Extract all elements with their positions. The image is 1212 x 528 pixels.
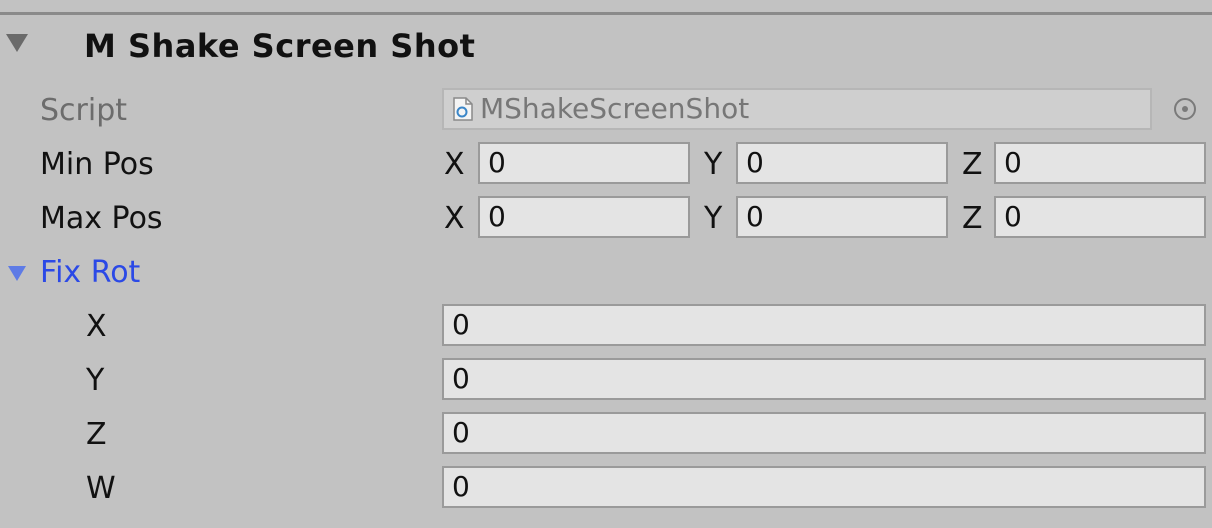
max-pos-z-field[interactable]: 0 (994, 196, 1206, 238)
script-file-icon (452, 93, 474, 121)
fix-rot-z-field[interactable]: 0 (442, 412, 1206, 454)
inspector-divider (0, 12, 1212, 15)
fix-rot-x-label[interactable]: X (86, 300, 107, 354)
component-header[interactable]: M Shake Screen Shot (0, 20, 1212, 72)
fix-rot-w-label[interactable]: W (86, 462, 116, 516)
fix-rot-z-label[interactable]: Z (86, 408, 107, 462)
min-pos-x-label[interactable]: X (444, 138, 465, 192)
object-picker-icon[interactable] (1174, 98, 1196, 120)
collapse-triangle-icon[interactable] (6, 34, 28, 52)
min-pos-label: Min Pos (40, 147, 154, 182)
min-pos-row: Min Pos X 0 Y 0 Z 0 (0, 138, 1212, 192)
max-pos-y-field[interactable]: 0 (736, 196, 948, 238)
fix-rot-z-row: Z 0 (0, 408, 1212, 462)
fix-rot-w-field[interactable]: 0 (442, 466, 1206, 508)
min-pos-z-field[interactable]: 0 (994, 142, 1206, 184)
fix-rot-x-row: X 0 (0, 300, 1212, 354)
max-pos-x-field[interactable]: 0 (478, 196, 690, 238)
max-pos-x-label[interactable]: X (444, 192, 465, 246)
script-object-field[interactable]: MShakeScreenShot (442, 88, 1152, 130)
foldout-expanded-icon[interactable] (8, 266, 26, 281)
fix-rot-y-label[interactable]: Y (86, 354, 104, 408)
min-pos-z-label[interactable]: Z (962, 138, 983, 192)
max-pos-y-label[interactable]: Y (704, 192, 722, 246)
min-pos-y-field[interactable]: 0 (736, 142, 948, 184)
max-pos-z-label[interactable]: Z (962, 192, 983, 246)
script-object-value: MShakeScreenShot (480, 92, 750, 125)
max-pos-label: Max Pos (40, 201, 163, 236)
min-pos-x-field[interactable]: 0 (478, 142, 690, 184)
fix-rot-y-row: Y 0 (0, 354, 1212, 408)
component-title: M Shake Screen Shot (84, 27, 476, 65)
max-pos-row: Max Pos X 0 Y 0 Z 0 (0, 192, 1212, 246)
min-pos-y-label[interactable]: Y (704, 138, 722, 192)
script-label: Script (40, 93, 128, 128)
fix-rot-x-field[interactable]: 0 (442, 304, 1206, 346)
fix-rot-foldout[interactable]: Fix Rot (0, 246, 1212, 300)
fix-rot-label[interactable]: Fix Rot (40, 246, 140, 300)
fix-rot-w-row: W 0 (0, 462, 1212, 516)
script-row: Script MShakeScreenShot (0, 84, 1212, 138)
fix-rot-y-field[interactable]: 0 (442, 358, 1206, 400)
